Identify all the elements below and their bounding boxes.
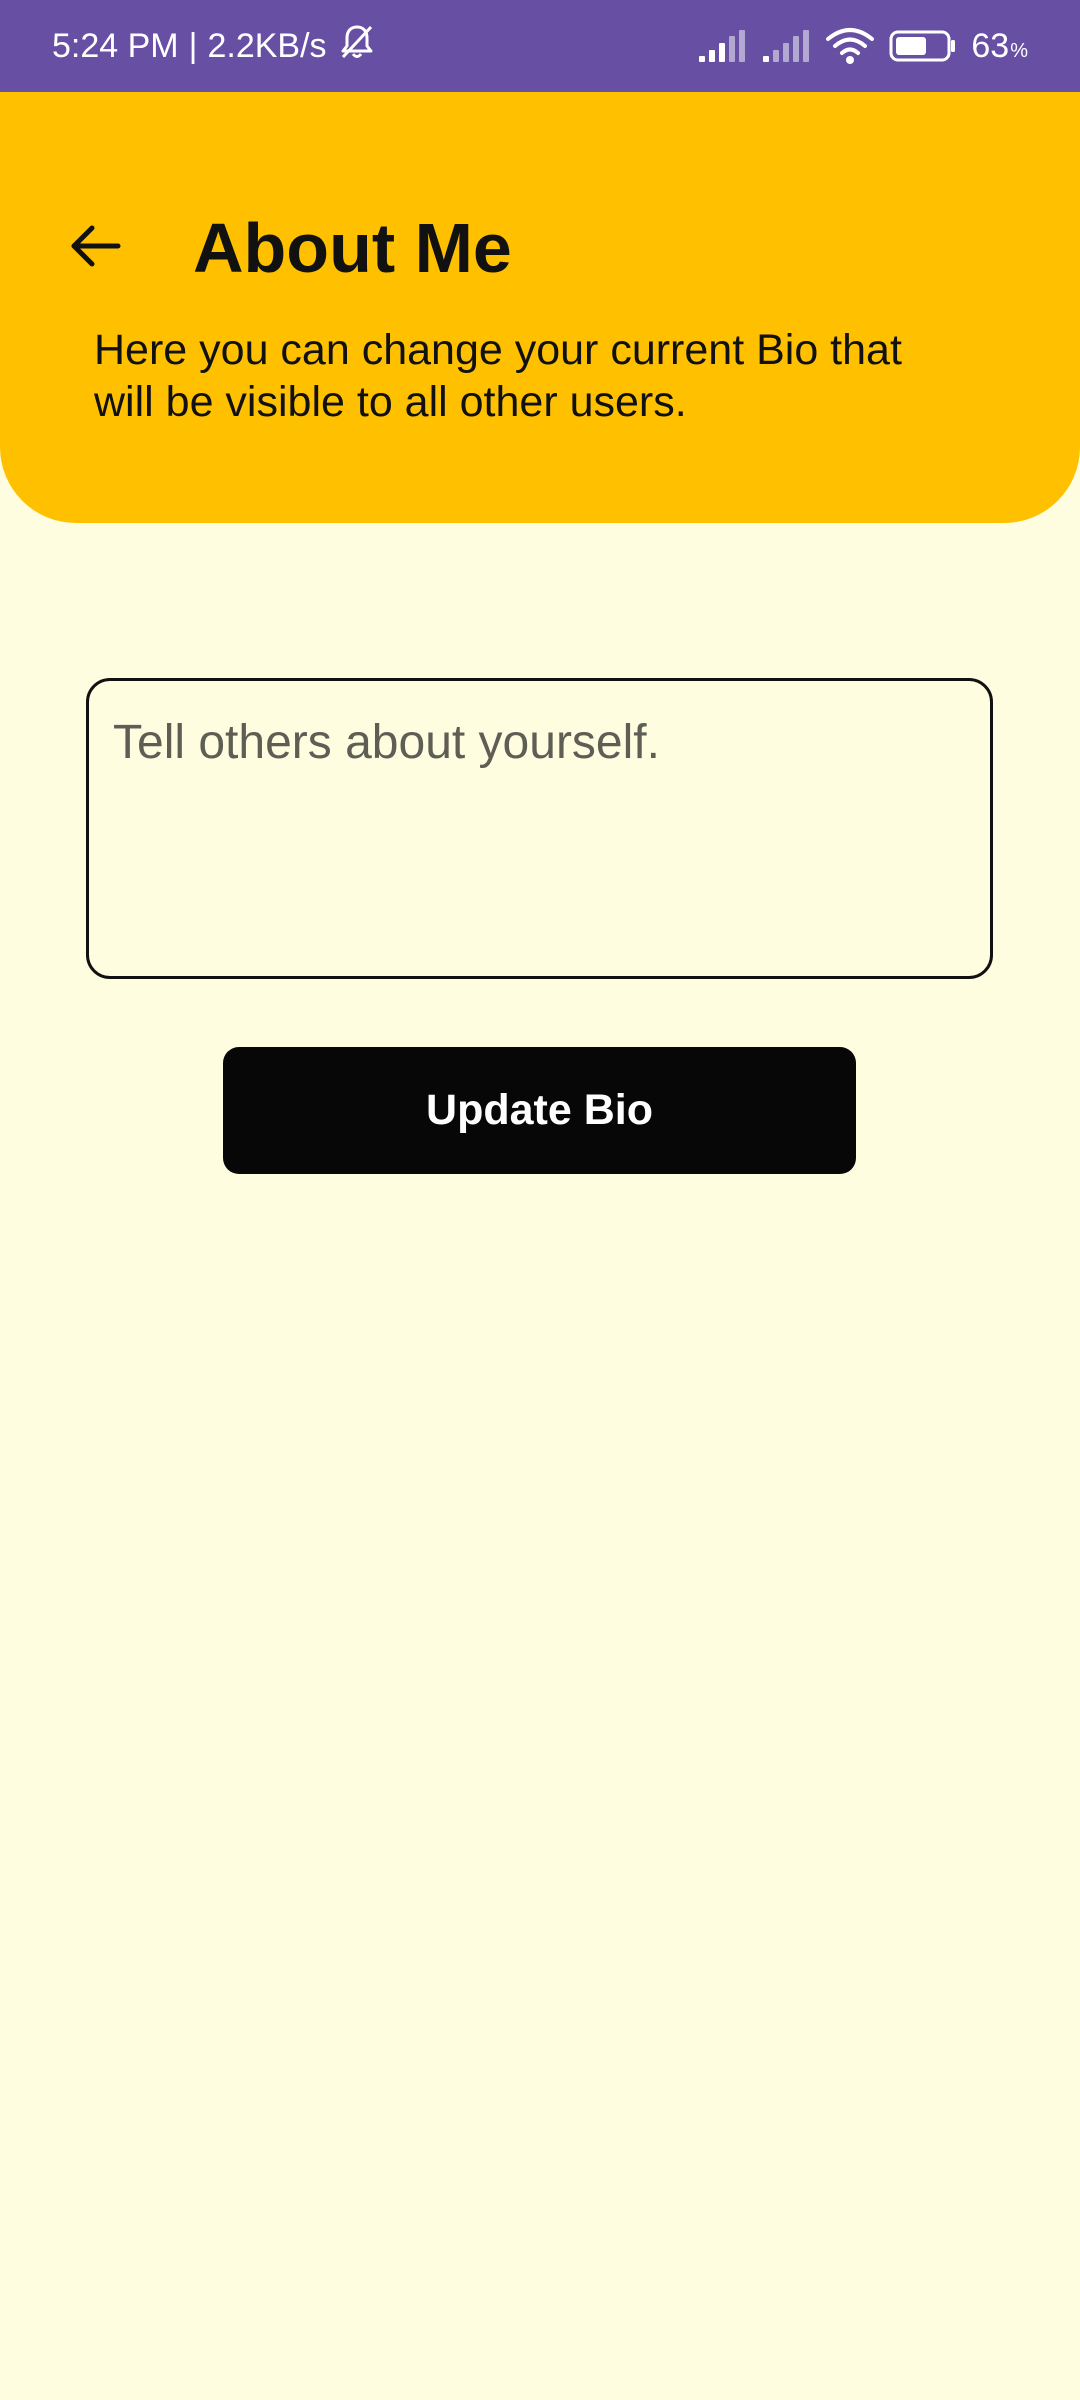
page-subtitle: Here you can change your current Bio tha…: [94, 326, 902, 426]
battery-unit: %: [1010, 39, 1028, 62]
signal-icon: [761, 28, 811, 64]
status-bar: 5:24 PM | 2.2KB/s 63 %: [0, 0, 1080, 92]
arrow-back-icon: [68, 218, 124, 279]
status-left: 5:24 PM | 2.2KB/s: [52, 22, 377, 71]
wifi-icon: [825, 27, 875, 65]
status-separator: |: [188, 26, 198, 65]
battery-icon: [889, 29, 957, 63]
mute-bell-icon: [337, 22, 377, 71]
back-button[interactable]: [60, 212, 132, 284]
network-speed: 2.2KB/s: [207, 26, 327, 65]
battery-value: 63: [971, 26, 1010, 65]
page-title: About Me: [193, 209, 512, 287]
status-time: 5:24 PM: [52, 26, 179, 65]
signal-icon: [697, 28, 747, 64]
header: About Me Here you can change your curren…: [0, 92, 1080, 523]
update-bio-button[interactable]: Update Bio: [223, 1047, 856, 1174]
battery-percentage: 63%: [971, 27, 1028, 66]
bio-input[interactable]: [86, 678, 993, 979]
status-right: 63%: [697, 27, 1028, 66]
